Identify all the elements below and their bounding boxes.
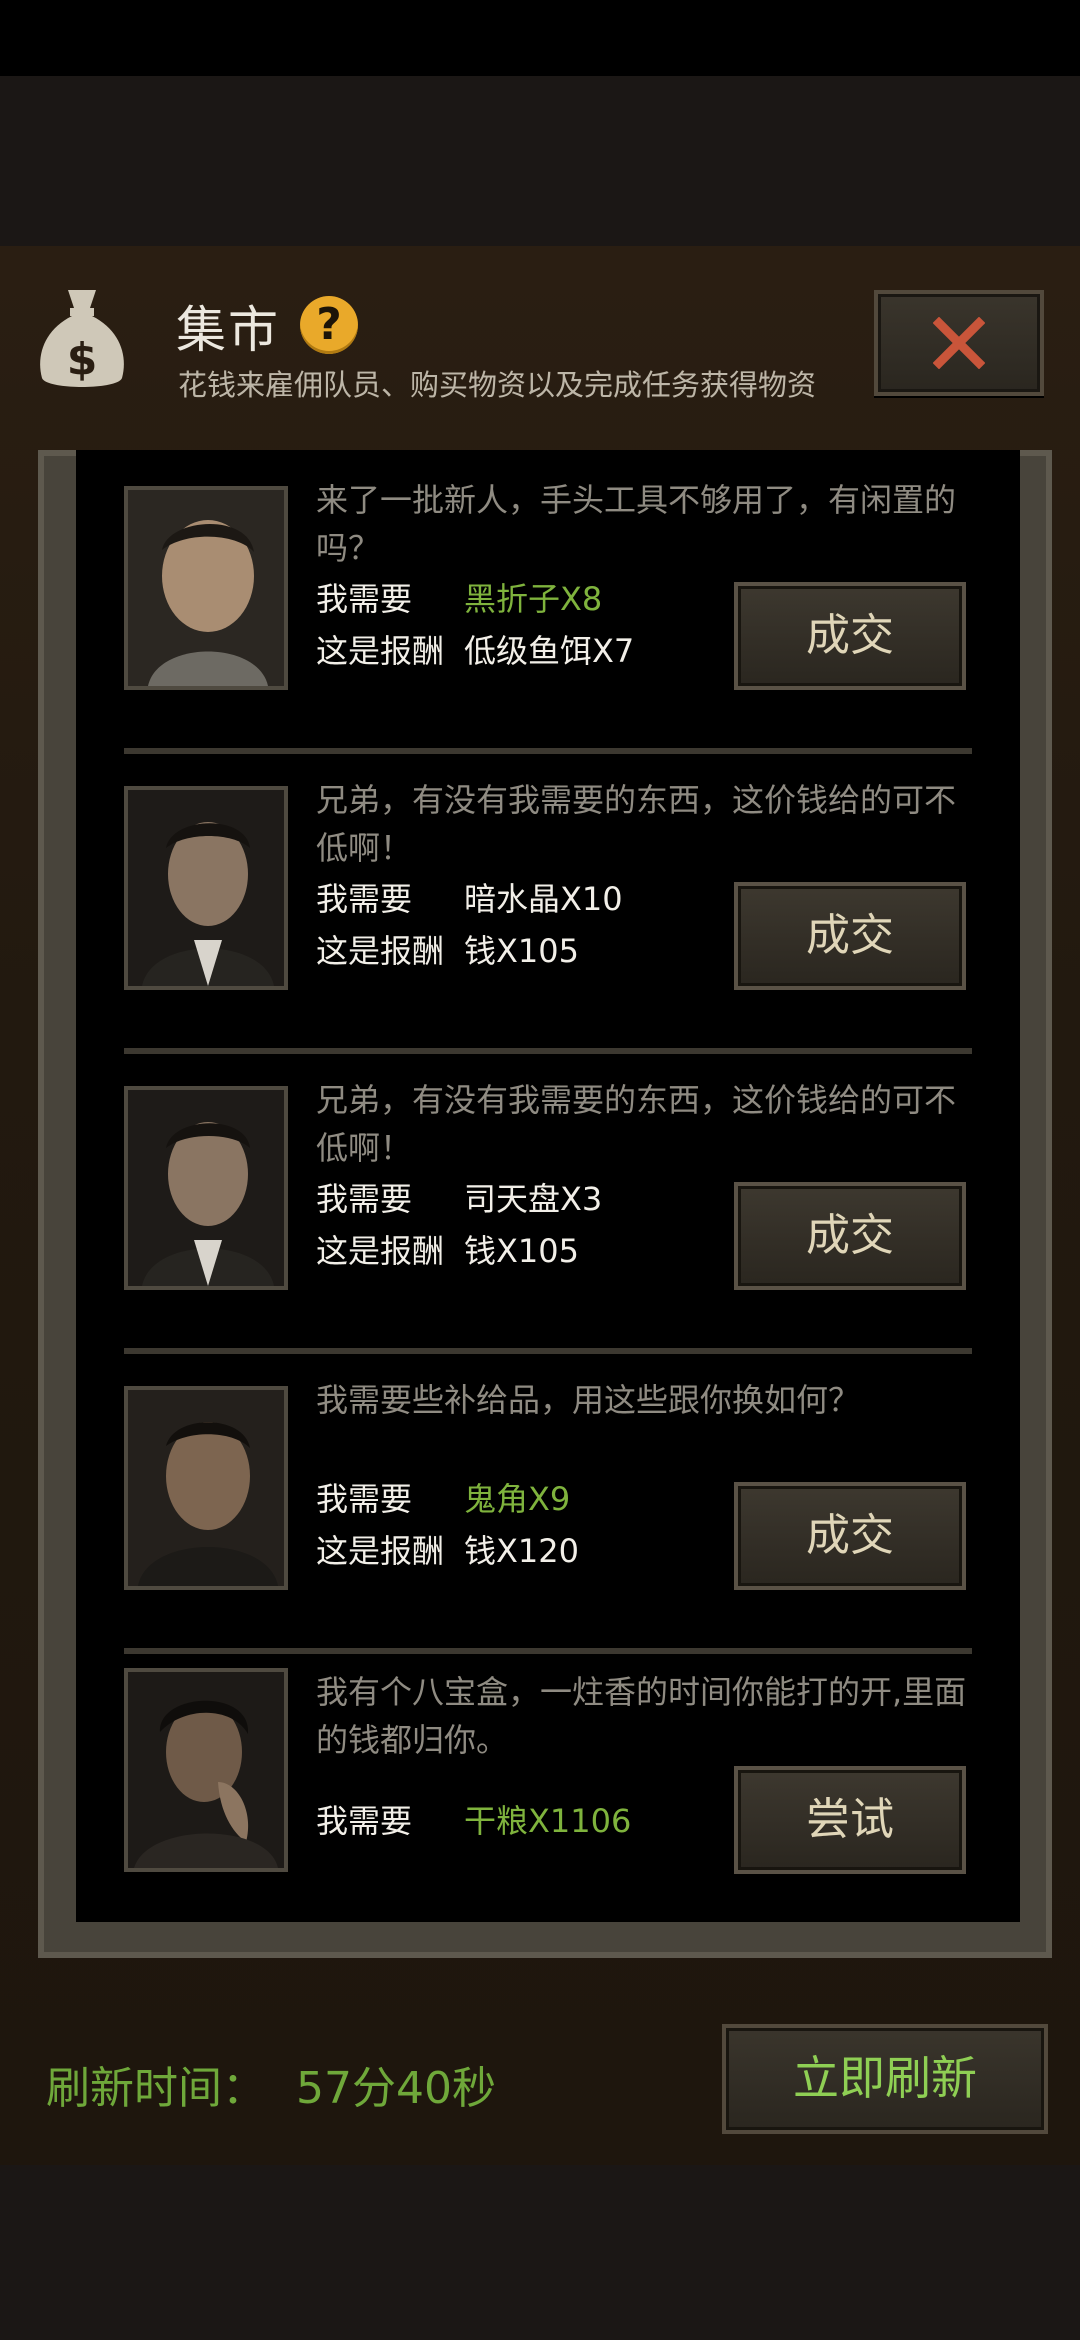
close-icon <box>933 317 985 369</box>
trade-item: 兄弟，有没有我需要的东西，这价钱给的可不低啊！ 我需要 司天盘X3 这是报酬 钱… <box>76 1050 1020 1354</box>
reward-value: 钱X105 <box>464 932 580 970</box>
need-value: 黑折子X8 <box>464 580 603 618</box>
trade-list[interactable]: 来了一批新人，手头工具不够用了，有闲置的吗？ 我需要 黑折子X8 这是报酬 低级… <box>76 450 1020 1922</box>
npc-message: 我需要些补给品，用这些跟你换如何？ <box>316 1381 861 1419</box>
npc-portrait <box>124 786 288 990</box>
page-subtitle: 花钱来雇佣队员、购买物资以及完成任务获得物资 <box>178 368 817 402</box>
need-value: 鬼角X9 <box>464 1480 571 1518</box>
npc-portrait <box>124 486 288 690</box>
deal-button[interactable]: 成交 <box>734 582 966 690</box>
try-button[interactable]: 尝试 <box>734 1766 966 1874</box>
trade-item: 来了一批新人，手头工具不够用了，有闲置的吗？ 我需要 黑折子X8 这是报酬 低级… <box>76 450 1020 754</box>
npc-message: 兄弟，有没有我需要的东西，这价钱给的可不低啊！ <box>316 781 957 867</box>
need-value: 司天盘X3 <box>464 1180 603 1218</box>
refresh-time-value: 57分40秒 <box>296 2063 496 2114</box>
npc-message: 来了一批新人，手头工具不够用了，有闲置的吗？ <box>316 481 957 567</box>
refresh-time-label: 刷新时间： <box>46 2063 266 2114</box>
page-title: 集市 <box>176 301 280 359</box>
svg-text:$: $ <box>67 334 98 385</box>
need-label: 我需要 <box>316 1802 413 1840</box>
deal-button[interactable]: 成交 <box>734 1182 966 1290</box>
npc-portrait <box>124 1386 288 1590</box>
trade-item: 我有个八宝盒，一炷香的时间你能打的开,里面的钱都归你。 我需要 干粮X1106 … <box>76 1650 1020 1950</box>
need-label: 我需要 <box>316 880 413 918</box>
deal-button[interactable]: 成交 <box>734 882 966 990</box>
need-value: 干粮X1106 <box>464 1802 632 1840</box>
reward-label: 这是报酬 <box>316 1232 445 1270</box>
npc-message: 我有个八宝盒，一炷香的时间你能打的开,里面的钱都归你。 <box>316 1673 967 1759</box>
reward-label: 这是报酬 <box>316 632 445 670</box>
deal-button[interactable]: 成交 <box>734 1482 966 1590</box>
reward-value: 低级鱼饵X7 <box>464 632 635 670</box>
money-bag-icon: $ <box>34 286 130 394</box>
reward-value: 钱X120 <box>464 1532 580 1570</box>
close-button[interactable] <box>874 290 1044 396</box>
status-bar <box>0 0 1080 76</box>
reward-value: 钱X105 <box>464 1232 580 1270</box>
need-value: 暗水晶X10 <box>464 880 623 918</box>
npc-portrait <box>124 1086 288 1290</box>
dim-overlay-bottom[interactable] <box>0 2165 1080 2340</box>
npc-portrait <box>124 1668 288 1872</box>
trade-item: 兄弟，有没有我需要的东西，这价钱给的可不低啊！ 我需要 暗水晶X10 这是报酬 … <box>76 750 1020 1054</box>
need-label: 我需要 <box>316 1480 413 1518</box>
refresh-now-button[interactable]: 立即刷新 <box>722 2024 1048 2134</box>
trade-item: 我需要些补给品，用这些跟你换如何？ 我需要 鬼角X9 这是报酬 钱X120 成交 <box>76 1350 1020 1654</box>
reward-label: 这是报酬 <box>316 932 445 970</box>
npc-message: 兄弟，有没有我需要的东西，这价钱给的可不低啊！ <box>316 1081 957 1167</box>
help-icon[interactable]: ? <box>300 296 358 354</box>
need-label: 我需要 <box>316 580 413 618</box>
reward-label: 这是报酬 <box>316 1532 445 1570</box>
dim-overlay-top[interactable] <box>0 76 1080 246</box>
need-label: 我需要 <box>316 1180 413 1218</box>
